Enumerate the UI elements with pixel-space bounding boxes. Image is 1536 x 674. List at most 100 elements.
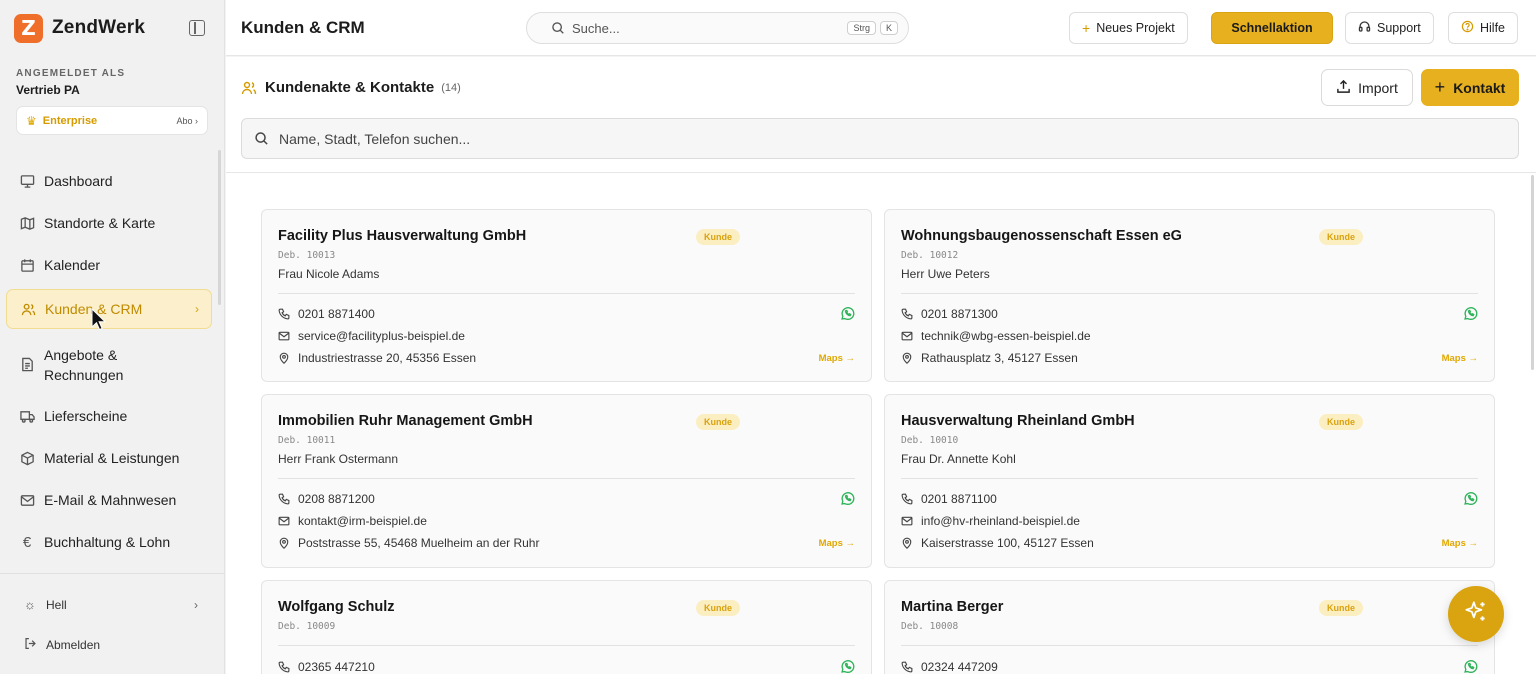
logout-button[interactable]: Abmelden bbox=[24, 637, 198, 653]
ai-assistant-button[interactable] bbox=[1448, 586, 1504, 642]
whatsapp-icon[interactable] bbox=[840, 306, 855, 321]
customer-name: Immobilien Ruhr Management GmbH bbox=[278, 413, 533, 429]
sidebar-footer: ☼ Hell › Abmelden bbox=[0, 573, 224, 652]
plus-icon: + bbox=[1434, 77, 1446, 97]
sidebar-scrollbar[interactable] bbox=[218, 150, 221, 305]
phone-link[interactable]: 0201 8871400 bbox=[278, 307, 375, 321]
address-row: Kaiserstrasse 100, 45127 Essen bbox=[901, 536, 1094, 550]
help-button[interactable]: Hilfe bbox=[1448, 12, 1519, 44]
email-link[interactable]: info@hv-rheinland-beispiel.de bbox=[901, 514, 1080, 528]
maps-link[interactable]: Maps → bbox=[819, 538, 855, 549]
sidebar-item-dashboard[interactable]: Dashboard bbox=[6, 169, 212, 193]
divider bbox=[901, 645, 1478, 646]
customer-card[interactable]: Hausverwaltung Rheinland GmbH Kunde Deb.… bbox=[884, 394, 1495, 568]
mail-icon bbox=[19, 492, 35, 508]
theme-label: Hell bbox=[46, 597, 67, 612]
address-row: Rathausplatz 3, 45127 Essen bbox=[901, 351, 1078, 365]
phone-link[interactable]: 0201 8871300 bbox=[901, 307, 998, 321]
phone-link[interactable]: 0208 8871200 bbox=[278, 492, 375, 506]
map-pin-icon bbox=[278, 537, 290, 550]
panel-scrollbar[interactable] bbox=[1531, 175, 1534, 370]
search-icon bbox=[551, 21, 565, 35]
support-label: Support bbox=[1377, 21, 1421, 35]
whatsapp-icon[interactable] bbox=[1463, 306, 1478, 321]
email-address: kontakt@irm-beispiel.de bbox=[298, 514, 427, 528]
sidebar-item-material[interactable]: Material & Leistungen bbox=[6, 446, 212, 470]
sun-icon: ☼ bbox=[24, 597, 36, 612]
crown-icon: ♛ bbox=[26, 113, 37, 128]
sidebar-item-kunden[interactable]: Kunden & CRM › bbox=[6, 289, 212, 329]
customer-card[interactable]: Martina Berger Kunde Deb. 10008 02324 44… bbox=[884, 580, 1495, 674]
mail-icon bbox=[278, 330, 290, 342]
contact-person: Herr Uwe Peters bbox=[901, 267, 990, 281]
sidebar-item-kalender[interactable]: Kalender bbox=[6, 253, 212, 277]
map-pin-icon bbox=[278, 352, 290, 365]
divider bbox=[278, 645, 855, 646]
debtor-number: Deb. 10013 bbox=[278, 250, 336, 261]
phone-link[interactable]: 02365 447210 bbox=[278, 660, 375, 674]
sidebar-item-email[interactable]: E-Mail & Mahnwesen bbox=[6, 488, 212, 512]
user-name: Vertrieb PA bbox=[16, 83, 80, 97]
divider bbox=[278, 478, 855, 479]
customer-search-input[interactable]: Name, Stadt, Telefon suchen... bbox=[241, 118, 1519, 159]
new-project-button[interactable]: + Neues Projekt bbox=[1069, 12, 1188, 44]
plan-box[interactable]: ♛ Enterprise Abo › bbox=[16, 106, 208, 135]
customer-card[interactable]: Wolfgang Schulz Kunde Deb. 10009 02365 4… bbox=[261, 580, 872, 674]
debtor-number: Deb. 10010 bbox=[901, 435, 959, 446]
maps-link[interactable]: Maps → bbox=[1442, 538, 1478, 549]
whatsapp-icon[interactable] bbox=[1463, 659, 1478, 674]
quick-action-button[interactable]: Schnellaktion bbox=[1211, 12, 1333, 44]
sidebar-item-standorte[interactable]: Standorte & Karte bbox=[6, 211, 212, 235]
customer-card[interactable]: Facility Plus Hausverwaltung GmbH Kunde … bbox=[261, 209, 872, 382]
customer-card[interactable]: Immobilien Ruhr Management GmbH Kunde De… bbox=[261, 394, 872, 568]
address: Industriestrasse 20, 45356 Essen bbox=[298, 351, 477, 365]
map-pin-icon bbox=[901, 352, 913, 365]
mail-icon bbox=[278, 515, 290, 527]
email-link[interactable]: kontakt@irm-beispiel.de bbox=[278, 514, 427, 528]
kbd-k: K bbox=[879, 21, 898, 35]
import-button[interactable]: Import bbox=[1321, 69, 1413, 106]
sidebar-item-lieferscheine[interactable]: Lieferscheine bbox=[6, 404, 212, 428]
whatsapp-icon[interactable] bbox=[1463, 491, 1478, 506]
contact-person: Frau Nicole Adams bbox=[278, 267, 380, 281]
debtor-number: Deb. 10008 bbox=[901, 621, 959, 632]
address: Rathausplatz 3, 45127 Essen bbox=[921, 351, 1078, 365]
chevron-right-icon: › bbox=[194, 597, 198, 612]
maps-link[interactable]: Maps → bbox=[819, 353, 855, 364]
add-contact-label: Kontakt bbox=[1453, 79, 1506, 96]
sidebar-item-label: Dashboard bbox=[44, 173, 113, 189]
subscription-link[interactable]: Abo › bbox=[176, 116, 198, 126]
customer-card[interactable]: Wohnungsbaugenossenschaft Essen eG Kunde… bbox=[884, 209, 1495, 382]
email-link[interactable]: service@facilityplus-beispiel.de bbox=[278, 329, 465, 343]
address: Poststrasse 55, 45468 Muelheim an der Ru… bbox=[298, 536, 540, 550]
global-search-input[interactable]: Suche... Strg K bbox=[526, 12, 909, 44]
panel-title: Kundenakte & Kontakte (14) bbox=[241, 79, 461, 96]
sidebar-item-buchhaltung[interactable]: € Buchhaltung & Lohn bbox=[6, 530, 212, 554]
document-icon bbox=[19, 356, 35, 372]
whatsapp-icon[interactable] bbox=[840, 659, 855, 674]
divider bbox=[901, 478, 1478, 479]
phone-link[interactable]: 02324 447209 bbox=[901, 660, 998, 674]
email-link[interactable]: technik@wbg-essen-beispiel.de bbox=[901, 329, 1091, 343]
euro-icon: € bbox=[22, 533, 32, 551]
theme-toggle[interactable]: ☼ Hell › bbox=[24, 597, 198, 612]
email-address: info@hv-rheinland-beispiel.de bbox=[921, 514, 1080, 528]
mail-icon bbox=[901, 515, 913, 527]
sidebar-item-angebote[interactable]: Angebote & Rechnungen bbox=[6, 345, 212, 385]
maps-link[interactable]: Maps → bbox=[1442, 353, 1478, 364]
zendwerk-logo[interactable]: Z bbox=[14, 13, 43, 43]
status-badge: Kunde bbox=[1319, 600, 1363, 616]
whatsapp-icon[interactable] bbox=[840, 491, 855, 506]
app-name: ZendWerk bbox=[52, 17, 146, 38]
status-badge: Kunde bbox=[1319, 414, 1363, 430]
phone-link[interactable]: 0201 8871100 bbox=[901, 492, 997, 506]
sidebar-collapse-icon[interactable] bbox=[189, 20, 205, 36]
plan-name: Enterprise bbox=[42, 114, 98, 127]
panel-title-text: Kundenakte & Kontakte bbox=[265, 79, 435, 96]
sidebar-item-label: E-Mail & Mahnwesen bbox=[44, 492, 177, 508]
add-contact-button[interactable]: + Kontakt bbox=[1421, 69, 1519, 106]
customer-name: Martina Berger bbox=[901, 599, 1004, 615]
brand-header: Z ZendWerk bbox=[0, 0, 224, 56]
support-button[interactable]: Support bbox=[1345, 12, 1434, 44]
debtor-number: Deb. 10011 bbox=[278, 435, 336, 446]
